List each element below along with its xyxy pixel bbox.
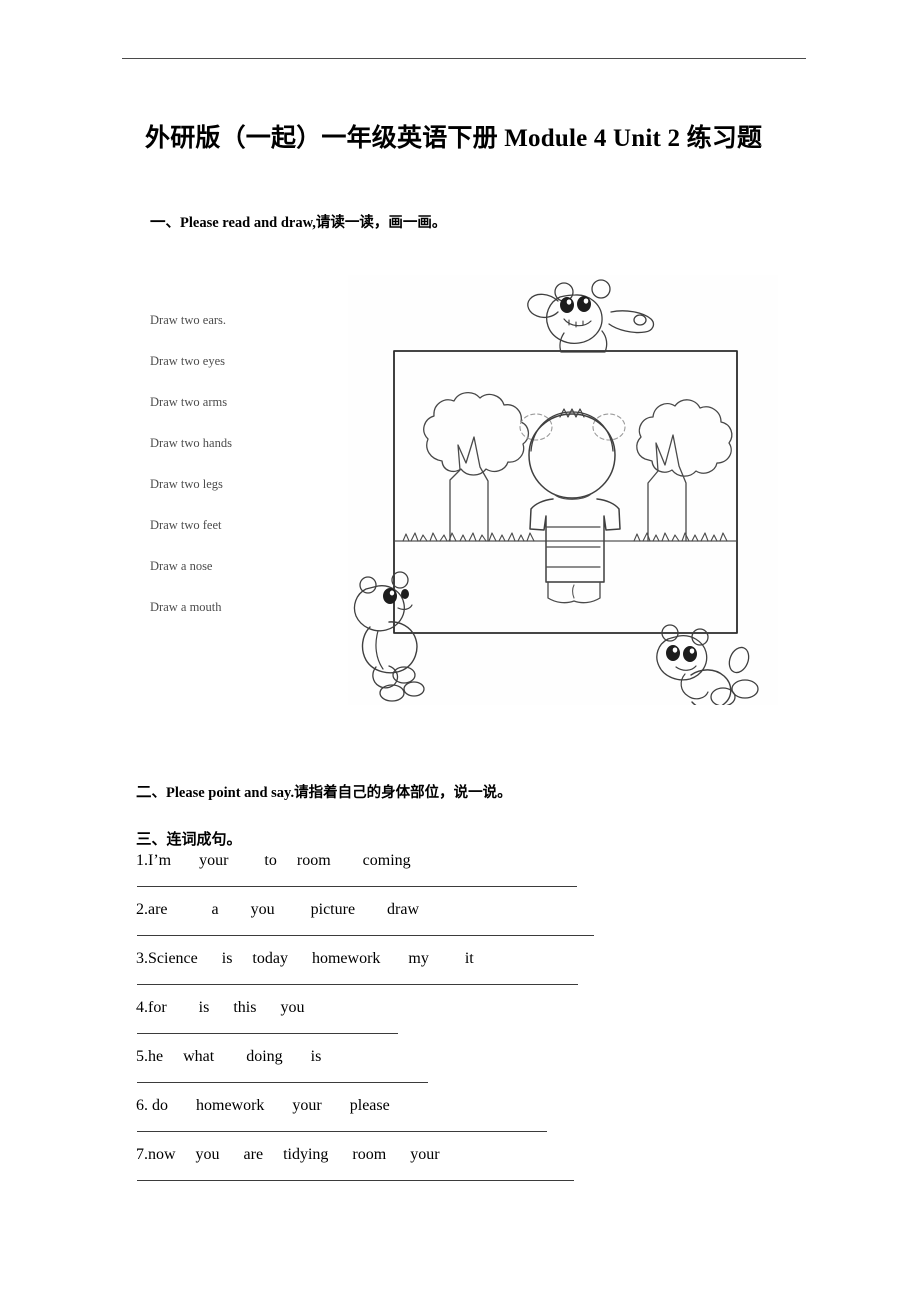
section-two-number: 二 — [136, 784, 152, 801]
answer-line[interactable] — [137, 1033, 398, 1034]
question-row: 5.he what doing is — [136, 1048, 796, 1097]
question-number: 5. — [136, 1048, 148, 1065]
question-text: 5.he what doing is — [136, 1048, 321, 1066]
draw-instruction: Draw two legs — [150, 477, 223, 491]
section-one-heading: 一、Please read and draw,请读一读，画一画。 — [150, 210, 446, 232]
question-words: I’m your to room coming — [148, 852, 411, 869]
answer-line[interactable] — [137, 935, 594, 936]
section-two-heading: 二、Please point and say.请指着自己的身体部位，说一说。 — [136, 780, 512, 802]
question-text: 2.are a you picture draw — [136, 901, 419, 919]
answer-line[interactable] — [137, 984, 578, 985]
section-one-label: Please read and draw,请读一读，画一画。 — [180, 215, 447, 231]
section-one-mark: 、 — [165, 215, 181, 231]
question-words: do homework your please — [148, 1097, 390, 1114]
page-title: 外研版（一起）一年级英语下册 Module 4 Unit 2 练习题 — [145, 125, 763, 152]
section-two-label: Please point and say.请指着自己的身体部位，说一说。 — [166, 785, 512, 801]
question-words: now you are tidying room your — [148, 1146, 440, 1163]
draw-instruction: Draw two hands — [150, 436, 232, 450]
draw-instruction: Draw two feet — [150, 518, 222, 532]
question-text: 3.Science is today homework my it — [136, 950, 474, 968]
answer-line[interactable] — [137, 1082, 428, 1083]
question-text: 7.now you are tidying room your — [136, 1146, 440, 1164]
answer-line[interactable] — [137, 1131, 547, 1132]
question-words: he what doing is — [148, 1048, 322, 1065]
exercise-one-body: Draw two ears. Draw two eyes Draw two ar… — [140, 272, 790, 712]
question-row: 1.I’m your to room coming — [136, 852, 796, 901]
draw-instruction: Draw a mouth — [150, 600, 222, 614]
draw-instruction: Draw a nose — [150, 559, 213, 573]
draw-instruction: Draw two ears. — [150, 313, 227, 327]
draw-instruction: Draw two arms — [150, 395, 228, 409]
question-number: 1. — [136, 852, 148, 869]
question-number: 4. — [136, 999, 148, 1016]
question-row: 6. do homework your please — [136, 1097, 796, 1146]
header-rule — [122, 58, 806, 59]
drawing-illustration — [348, 275, 778, 705]
section-three-mark: 、 — [151, 832, 167, 848]
question-number: 3. — [136, 950, 148, 967]
question-number: 7. — [136, 1146, 148, 1163]
question-row: 4.for is this you — [136, 999, 796, 1048]
section-three-label: 连词成句。 — [166, 832, 242, 848]
question-row: 2.are a you picture draw — [136, 901, 796, 950]
question-text: 1.I’m your to room coming — [136, 852, 411, 870]
question-number: 6. — [136, 1097, 148, 1114]
answer-line[interactable] — [137, 1180, 574, 1181]
question-number: 2. — [136, 901, 148, 918]
draw-instruction: Draw two eyes — [150, 354, 225, 368]
section-three-heading: 三、连词成句。 — [136, 827, 242, 849]
question-row: 3.Science is today homework my it — [136, 950, 796, 999]
draw-instruction-list: Draw two ears. Draw two eyes Draw two ar… — [150, 314, 290, 642]
question-row: 7.now you are tidying room your — [136, 1146, 796, 1195]
worksheet-page: 外研版（一起）一年级英语下册 Module 4 Unit 2 练习题 一、Ple… — [0, 0, 920, 1302]
question-text: 4.for is this you — [136, 999, 304, 1017]
question-words: for is this you — [148, 999, 305, 1016]
section-one-number: 一 — [150, 214, 166, 231]
question-text: 6. do homework your please — [136, 1097, 390, 1115]
section-two-mark: 、 — [151, 785, 167, 801]
section-three-number: 三 — [136, 831, 152, 848]
answer-line[interactable] — [137, 886, 577, 887]
sentence-ordering-questions: 1.I’m your to room coming 2.are a you pi… — [136, 852, 796, 1195]
question-words: Science is today homework my it — [148, 950, 474, 967]
question-words: are a you picture draw — [148, 901, 420, 918]
